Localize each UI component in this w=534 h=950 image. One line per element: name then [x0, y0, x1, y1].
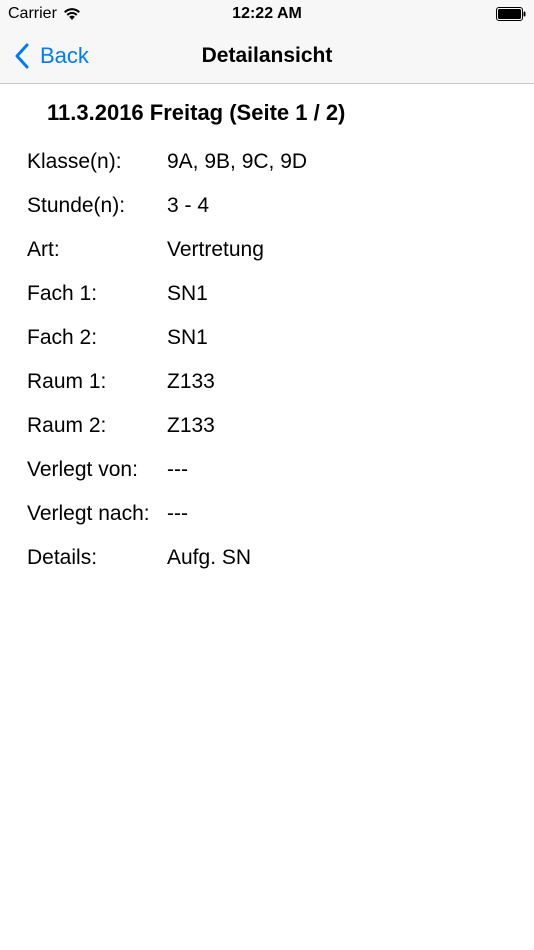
detail-row-verlegt-nach: Verlegt nach: ---: [27, 502, 517, 546]
status-time: 12:22 AM: [232, 5, 302, 22]
detail-label: Fach 2:: [27, 326, 98, 349]
detail-row-fach-2: Fach 2: SN1: [27, 326, 517, 370]
detail-list: Klasse(n): 9A, 9B, 9C, 9D Stunde(n): 3 -…: [27, 150, 517, 590]
back-button[interactable]: Back: [14, 28, 89, 83]
detail-row-fach-1: Fach 1: SN1: [27, 282, 517, 326]
detail-value: Aufg. SN: [167, 546, 252, 569]
detail-row-stunden: Stunde(n): 3 - 4: [27, 194, 517, 238]
detail-row-details: Details: Aufg. SN: [27, 546, 517, 590]
detail-value: SN1: [167, 326, 208, 349]
detail-label: Verlegt nach:: [27, 502, 150, 525]
detail-value: SN1: [167, 282, 208, 305]
detail-value: ---: [167, 502, 188, 525]
page-title: 11.3.2016 Freitag (Seite 1 / 2): [47, 100, 346, 125]
detail-value: 3 - 4: [167, 194, 210, 217]
detail-value: Vertretung: [167, 238, 264, 261]
detail-row-verlegt-von: Verlegt von: ---: [27, 458, 517, 502]
back-button-label: Back: [40, 42, 89, 68]
detail-label: Raum 2:: [27, 414, 107, 437]
detail-row-art: Art: Vertretung: [27, 238, 517, 282]
detail-label: Verlegt von:: [27, 458, 138, 481]
detail-label: Raum 1:: [27, 370, 107, 393]
battery-icon: [496, 7, 526, 21]
detail-label: Fach 1:: [27, 282, 98, 305]
detail-value: 9A, 9B, 9C, 9D: [167, 150, 308, 173]
detail-label: Stunde(n):: [27, 194, 126, 217]
detail-value: ---: [167, 458, 188, 481]
detail-value: Z133: [167, 370, 215, 393]
chevron-left-icon: [15, 43, 29, 68]
navigation-bar: Detailansicht Back: [0, 28, 534, 84]
detail-row-raum-2: Raum 2: Z133: [27, 414, 517, 458]
status-bar: Carrier 12:22 AM: [0, 0, 534, 28]
detail-label: Klasse(n):: [27, 150, 122, 173]
detail-value: Z133: [167, 414, 215, 437]
detail-row-klassen: Klasse(n): 9A, 9B, 9C, 9D: [27, 150, 517, 194]
screen: Carrier 12:22 AM Detailansicht Back 11.3…: [0, 0, 534, 950]
detail-label: Details:: [27, 546, 98, 569]
detail-row-raum-1: Raum 1: Z133: [27, 370, 517, 414]
detail-label: Art:: [27, 238, 60, 261]
